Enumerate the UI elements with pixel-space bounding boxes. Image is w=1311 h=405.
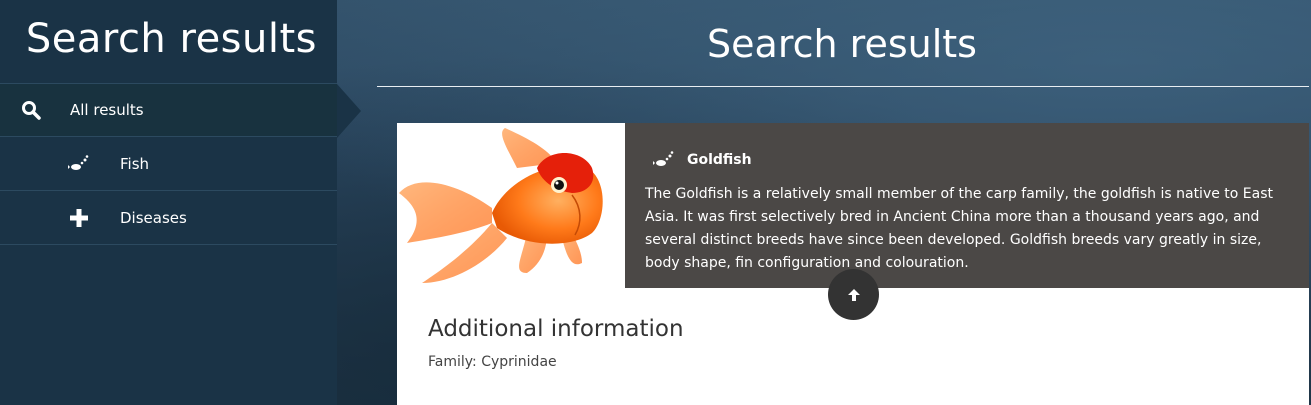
sidebar-item-diseases[interactable]: Diseases: [0, 192, 337, 245]
sidebar-item-label: Diseases: [120, 209, 187, 227]
sidebar: Search results All results Fish Diseases: [0, 0, 337, 405]
result-info-panel: Goldfish The Goldfish is a relatively sm…: [625, 123, 1309, 288]
plus-icon: [68, 207, 90, 229]
result-header: Goldfish: [653, 149, 1289, 171]
goldfish-image: [397, 123, 625, 288]
fish-icon: [653, 149, 675, 171]
result-description: The Goldfish is a relatively small membe…: [645, 186, 1274, 271]
result-title[interactable]: Goldfish: [687, 152, 752, 168]
search-icon: [20, 99, 42, 121]
additional-info-heading: Additional information: [428, 316, 684, 342]
fish-icon: [68, 153, 90, 175]
page-title: Search results: [707, 22, 977, 66]
arrow-up-icon: [843, 284, 865, 306]
sidebar-item-fish[interactable]: Fish: [0, 138, 337, 191]
sidebar-item-label: All results: [70, 101, 144, 119]
title-divider: [377, 86, 1309, 87]
family-text: Family: Cyprinidae: [428, 354, 557, 370]
sidebar-title: Search results: [25, 16, 317, 62]
sidebar-item-all-results[interactable]: All results: [0, 84, 337, 137]
scroll-to-top-button[interactable]: [828, 269, 879, 320]
sidebar-item-label: Fish: [120, 155, 150, 173]
active-item-indicator: [337, 84, 361, 138]
